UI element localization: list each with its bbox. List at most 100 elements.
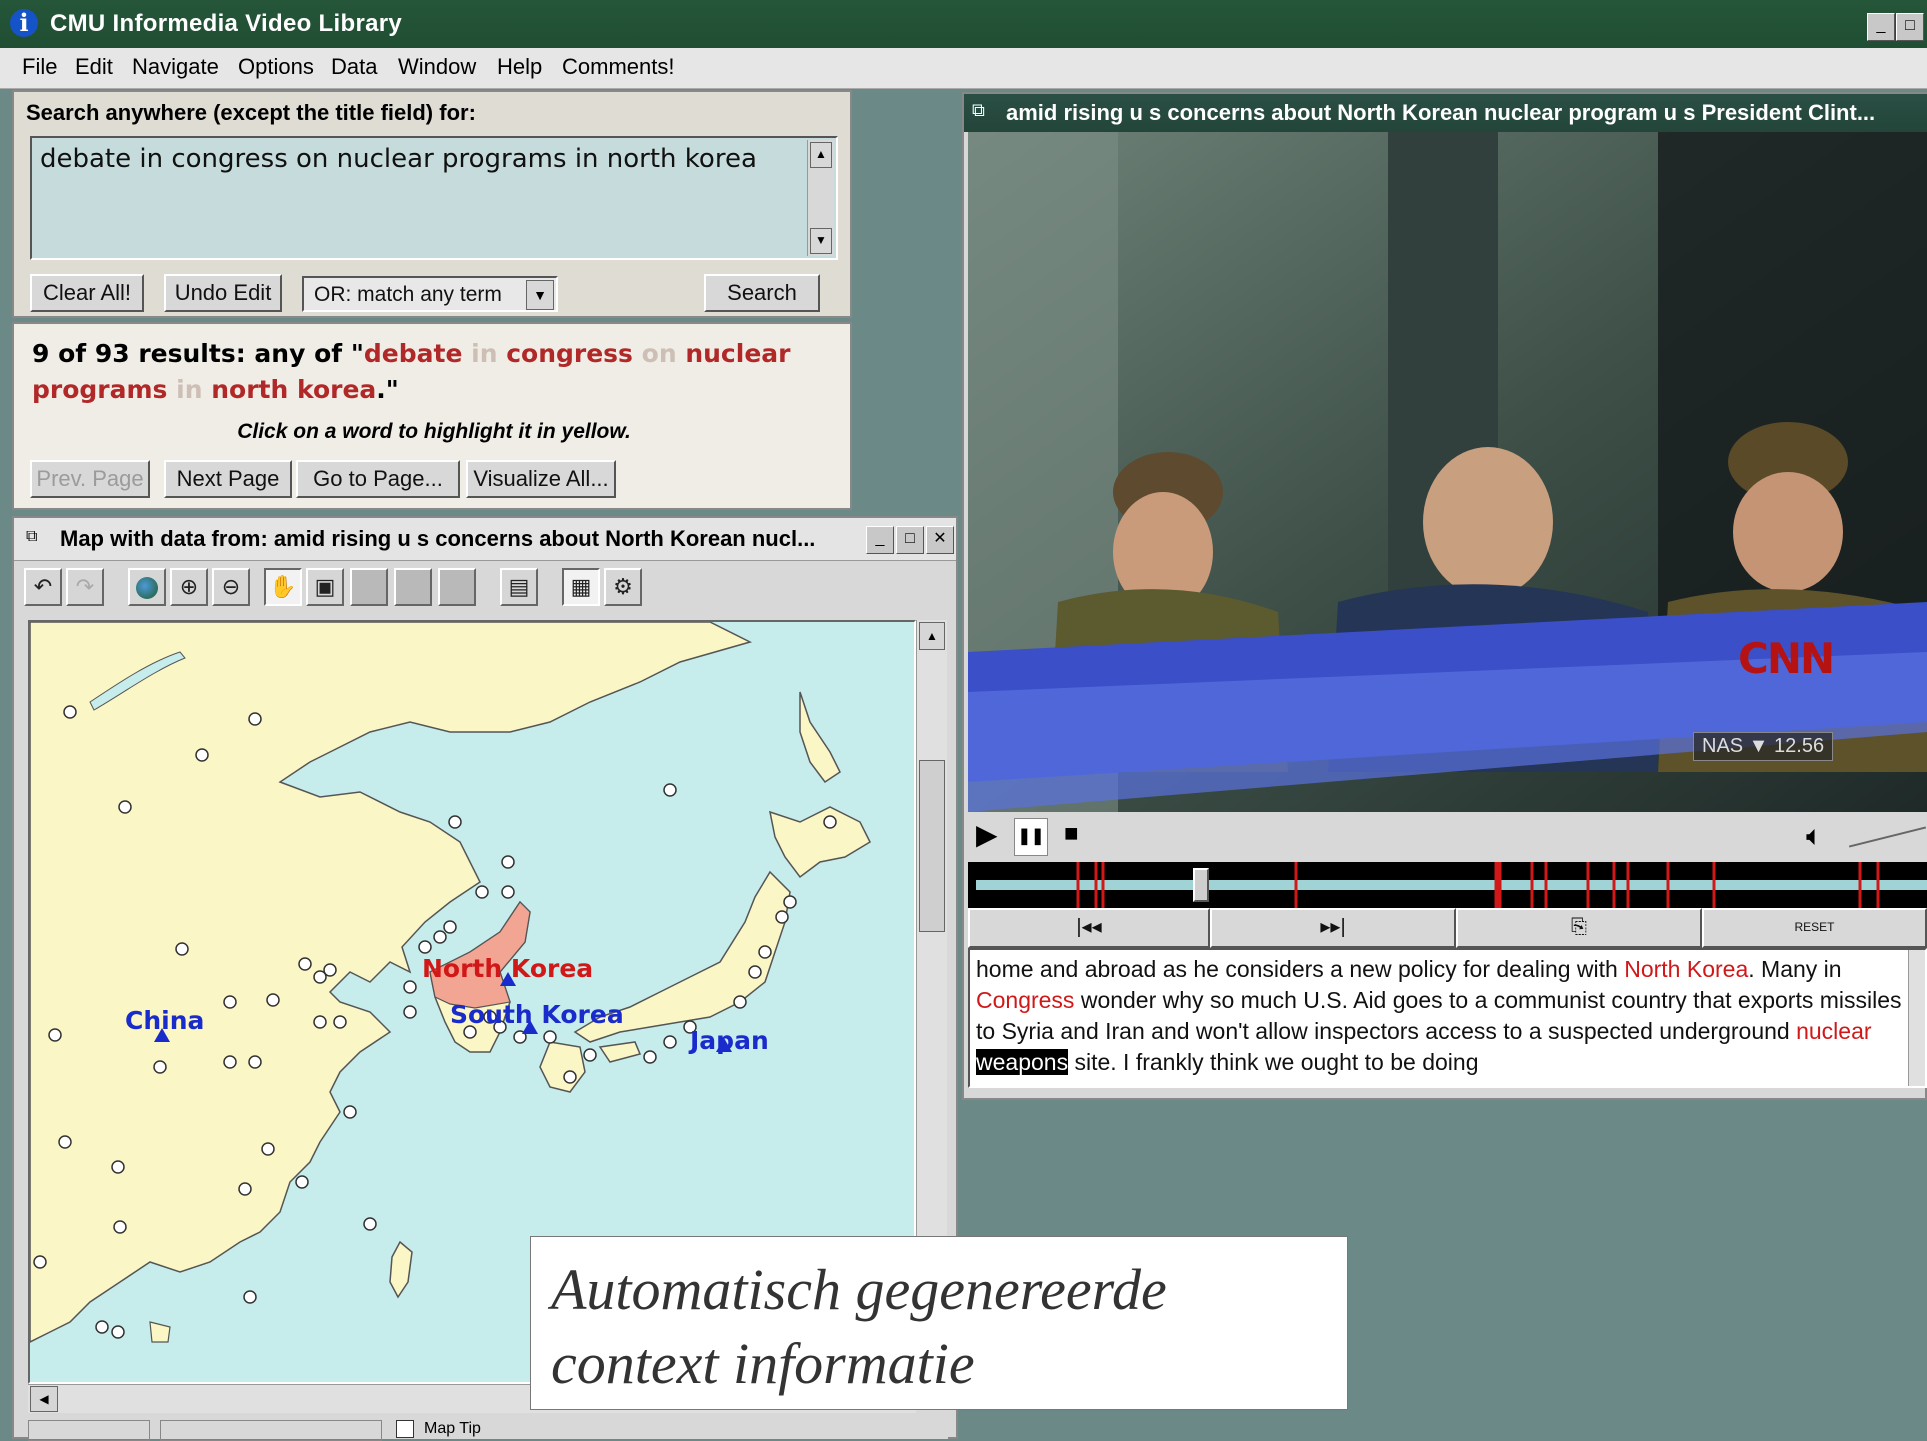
menu-edit[interactable]: Edit [75, 54, 113, 80]
query-term[interactable]: programs [32, 375, 167, 404]
settings-icon[interactable]: ⚙ [604, 568, 642, 606]
menu-bar: File Edit Navigate Options Data Window H… [0, 48, 1927, 89]
menu-navigate[interactable]: Navigate [132, 54, 219, 80]
tool-7-icon [394, 568, 432, 606]
search-query-text: debate in congress on nuclear programs i… [40, 144, 757, 174]
transcript-segment: home and abroad as he considers a new po… [976, 956, 1625, 982]
select-icon[interactable]: ▣ [306, 568, 344, 606]
map-tip-checkbox[interactable] [396, 1420, 414, 1438]
layers-icon[interactable]: ▤ [500, 568, 538, 606]
forward-button[interactable]: ▸▸| [1210, 908, 1456, 948]
map-status-bar: Map Tip [28, 1420, 948, 1441]
match-mode-select[interactable]: OR: match any term ▼ [302, 276, 558, 312]
transcript-panel[interactable]: home and abroad as he considers a new po… [968, 948, 1927, 1088]
results-panel: 9 of 93 results: any of "debate in congr… [12, 322, 852, 510]
cnn-logo: CNN [1738, 634, 1835, 683]
results-count: 9 of 93 results: any of [32, 339, 343, 368]
volume-slider[interactable] [1848, 826, 1927, 848]
play-button[interactable]: ▶ [976, 818, 998, 851]
match-mode-value: OR: match any term [314, 283, 502, 306]
search-panel: Search anywhere (except the title field)… [12, 90, 852, 318]
query-term[interactable]: nuclear [677, 339, 790, 368]
menu-data[interactable]: Data [331, 54, 377, 80]
query-term[interactable]: korea [288, 375, 376, 404]
menu-options[interactable]: Options [238, 54, 314, 80]
zoom-in-icon[interactable]: ⊕ [170, 568, 208, 606]
query-term[interactable]: debate [364, 339, 463, 368]
video-frame[interactable]: CNN NAS ▼ 12.56 [968, 132, 1927, 812]
caption-line-2: context informatie [551, 1331, 975, 1396]
menu-comments[interactable]: Comments! [562, 54, 674, 80]
transcript-text: home and abroad as he considers a new po… [976, 954, 1906, 1078]
rewind-button[interactable]: |◂◂ [968, 908, 1210, 948]
next-page-button[interactable]: Next Page [164, 460, 292, 498]
chevron-down-icon[interactable]: ▼ [526, 280, 554, 310]
transcript-scrollbar[interactable] [1908, 950, 1925, 1086]
caption-box: Automatisch gegenereerde context informa… [530, 1236, 1348, 1410]
video-title: amid rising u s concerns about North Kor… [1006, 100, 1876, 125]
visualize-all-button[interactable]: Visualize All... [466, 460, 616, 498]
search-input[interactable]: debate in congress on nuclear programs i… [30, 136, 838, 260]
query-term[interactable]: congress [498, 339, 633, 368]
app-title: CMU Informedia Video Library [50, 10, 403, 37]
info-icon: i [10, 9, 38, 37]
transcript-segment: site. I frankly think we ought to be doi… [1068, 1049, 1479, 1075]
hit-markers [1076, 862, 1880, 908]
pan-hand-icon[interactable]: ✋ [264, 568, 302, 606]
transcript-highlight-word[interactable]: North Korea [1624, 956, 1748, 982]
title-bar: i CMU Informedia Video Library _ □ [0, 0, 1927, 48]
stop-button[interactable]: ■ [1064, 820, 1079, 848]
timeline-scrubber[interactable] [1193, 868, 1209, 902]
undo-icon[interactable]: ↶ [24, 568, 62, 606]
caption-line-1: Automatisch gegenereerde [551, 1257, 1167, 1322]
menu-window[interactable]: Window [398, 54, 476, 80]
search-button[interactable]: Search [704, 274, 820, 312]
clear-all-button[interactable]: Clear All! [30, 274, 144, 312]
query-term[interactable]: in [167, 375, 202, 404]
prev-page-button[interactable]: Prev. Page [30, 460, 150, 498]
query-term[interactable]: in [462, 339, 497, 368]
timeline[interactable] [968, 862, 1927, 908]
results-summary: 9 of 93 results: any of "debate in congr… [32, 339, 791, 404]
menu-help[interactable]: Help [497, 54, 542, 80]
map-close-button[interactable]: ✕ [926, 526, 954, 554]
go-to-page-button[interactable]: Go to Page... [296, 460, 460, 498]
highlight-hint: Click on a word to highlight it in yello… [237, 420, 631, 443]
transcript-segment: . Many in [1748, 956, 1842, 982]
globe-icon[interactable] [128, 568, 166, 606]
stock-ticker: NAS ▼ 12.56 [1693, 732, 1834, 761]
video-title-bar: ⧉ amid rising u s concerns about North K… [964, 94, 1927, 132]
volume-icon[interactable]: 🔈︎ [1806, 820, 1823, 853]
map-window-icon: ⧉ [26, 528, 38, 545]
search-scrollbar[interactable]: ▲ ▼ [807, 140, 834, 256]
zoom-out-icon[interactable]: ⊖ [212, 568, 250, 606]
redo-icon[interactable]: ↷ [66, 568, 104, 606]
search-label: Search anywhere (except the title field)… [26, 100, 476, 125]
caption-text: Automatisch gegenereerde context informa… [551, 1253, 1167, 1401]
query-term[interactable]: on [633, 339, 677, 368]
undo-edit-button[interactable]: Undo Edit [164, 274, 282, 312]
tool-6-icon [350, 568, 388, 606]
transcript-highlight-word[interactable]: nuclear [1796, 1018, 1871, 1044]
video-still [968, 132, 1927, 812]
pause-button[interactable]: ❚❚ [1014, 818, 1048, 856]
map-label-south-korea[interactable]: South Korea [450, 1000, 624, 1029]
query-term[interactable]: north [203, 375, 288, 404]
tool-8-icon [438, 568, 476, 606]
legend-icon[interactable]: ▦ [562, 568, 600, 606]
maximize-button[interactable]: □ [1896, 13, 1924, 41]
reset-button[interactable]: RESET [1702, 908, 1927, 948]
menu-file[interactable]: File [22, 54, 57, 80]
map-label-north-korea[interactable]: North Korea [422, 954, 593, 983]
transcript-highlight-word[interactable]: weapons [976, 1049, 1069, 1075]
minimize-button[interactable]: _ [1867, 13, 1895, 41]
map-label-china[interactable]: China [125, 1006, 204, 1035]
video-controls: ▶ ❚❚ ■ 🔈︎ [968, 812, 1927, 862]
map-minimize-button[interactable]: _ [866, 526, 894, 554]
transcript-highlight-word[interactable]: Congress [976, 987, 1074, 1013]
map-label-japan[interactable]: Japan [690, 1026, 769, 1055]
map-title-bar: ⧉ Map with data from: amid rising u s co… [14, 518, 956, 561]
clip-icon[interactable]: ⎘ [1456, 908, 1702, 948]
map-tip-label: Map Tip [424, 1420, 481, 1437]
map-maximize-button[interactable]: □ [896, 526, 924, 554]
